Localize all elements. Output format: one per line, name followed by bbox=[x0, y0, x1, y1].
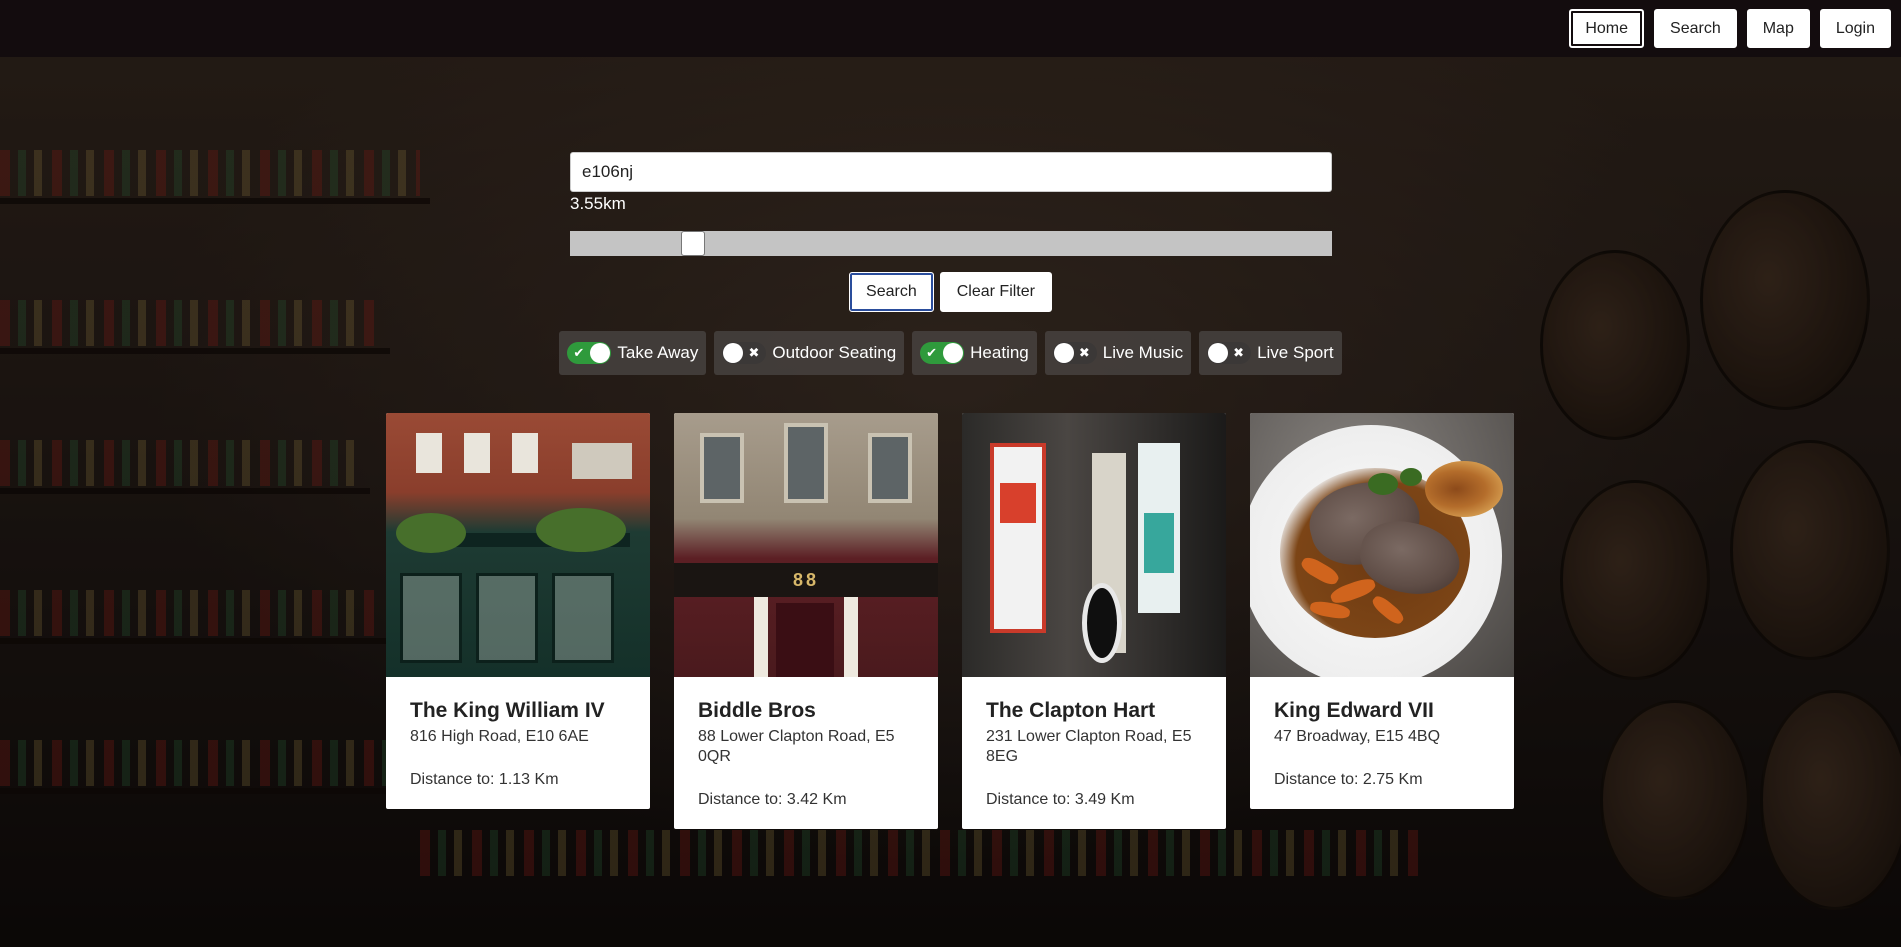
pub-photo bbox=[1250, 413, 1514, 677]
pub-name: The Clapton Hart bbox=[986, 699, 1156, 722]
pub-results: The King William IV 816 High Road, E10 6… bbox=[386, 413, 1514, 829]
pub-card[interactable]: King Edward VII 47 Broadway, E15 4BQ Dis… bbox=[1250, 413, 1514, 809]
pub-address: 816 High Road, E10 6AE bbox=[410, 728, 589, 745]
pub-photo: 88 bbox=[674, 413, 938, 677]
pub-address: 231 Lower Clapton Road, E5 8EG bbox=[986, 728, 1192, 765]
filter-label: Live Music bbox=[1102, 343, 1184, 362]
filter-toggles: ✔ Take Away ✖ Outdoor Seating ✔ Heating … bbox=[0, 331, 1901, 375]
filter-take-away-toggle[interactable]: ✔ Take Away bbox=[559, 331, 707, 375]
nav-search-button[interactable]: Search bbox=[1654, 9, 1737, 48]
check-icon: ✔ bbox=[573, 345, 585, 360]
pub-name: Biddle Bros bbox=[698, 699, 816, 722]
pub-sign-text: 88 bbox=[792, 570, 820, 590]
filter-live-music-toggle[interactable]: ✖ Live Music bbox=[1044, 331, 1192, 375]
filter-label: Take Away bbox=[617, 343, 699, 362]
filter-label: Outdoor Seating bbox=[772, 343, 897, 362]
filter-label: Live Sport bbox=[1257, 343, 1334, 362]
toggle-switch[interactable]: ✔ bbox=[567, 342, 612, 364]
radius-slider[interactable] bbox=[570, 231, 1332, 256]
toggle-switch[interactable]: ✖ bbox=[1207, 342, 1252, 364]
pub-card[interactable]: 88 Biddle Bros 88 Lower Clapton Road, E5… bbox=[674, 413, 938, 829]
pub-name: The King William IV bbox=[410, 699, 605, 722]
pub-distance: Distance to: 1.13 Km bbox=[410, 771, 559, 788]
filter-outdoor-seating-toggle[interactable]: ✖ Outdoor Seating bbox=[714, 331, 905, 375]
search-button[interactable]: Search bbox=[849, 272, 934, 312]
filter-label: Heating bbox=[970, 343, 1029, 362]
pub-distance: Distance to: 3.49 Km bbox=[986, 791, 1135, 808]
pub-card[interactable]: The King William IV 816 High Road, E10 6… bbox=[386, 413, 650, 809]
toggle-switch[interactable]: ✖ bbox=[722, 342, 767, 364]
nav-map-button[interactable]: Map bbox=[1746, 9, 1810, 48]
toggle-switch[interactable]: ✖ bbox=[1052, 342, 1097, 364]
pub-photo bbox=[962, 413, 1226, 677]
cross-icon: ✖ bbox=[1078, 345, 1090, 360]
filter-live-sport-toggle[interactable]: ✖ Live Sport bbox=[1199, 331, 1342, 375]
nav-login-button[interactable]: Login bbox=[1819, 9, 1891, 48]
clear-filter-button[interactable]: Clear Filter bbox=[939, 272, 1052, 312]
cross-icon: ✖ bbox=[748, 345, 760, 360]
pub-photo bbox=[386, 413, 650, 677]
toggle-switch[interactable]: ✔ bbox=[920, 342, 965, 364]
check-icon: ✔ bbox=[926, 345, 938, 360]
top-navbar: Home Search Map Login bbox=[0, 0, 1901, 57]
cross-icon: ✖ bbox=[1233, 345, 1245, 360]
postcode-search-input[interactable] bbox=[570, 152, 1332, 192]
pub-card[interactable]: The Clapton Hart 231 Lower Clapton Road,… bbox=[962, 413, 1226, 829]
pub-address: 47 Broadway, E15 4BQ bbox=[1274, 728, 1441, 745]
nav-home-button[interactable]: Home bbox=[1569, 9, 1645, 48]
pub-name: King Edward VII bbox=[1274, 699, 1434, 722]
radius-slider-handle[interactable] bbox=[681, 231, 705, 256]
search-actions: Search Clear Filter bbox=[0, 272, 1901, 312]
filter-heating-toggle[interactable]: ✔ Heating bbox=[912, 331, 1037, 375]
pub-distance: Distance to: 3.42 Km bbox=[698, 791, 847, 808]
radius-value-label: 3.55km bbox=[570, 194, 626, 213]
pub-address: 88 Lower Clapton Road, E5 0QR bbox=[698, 728, 895, 765]
pub-distance: Distance to: 2.75 Km bbox=[1274, 771, 1423, 788]
